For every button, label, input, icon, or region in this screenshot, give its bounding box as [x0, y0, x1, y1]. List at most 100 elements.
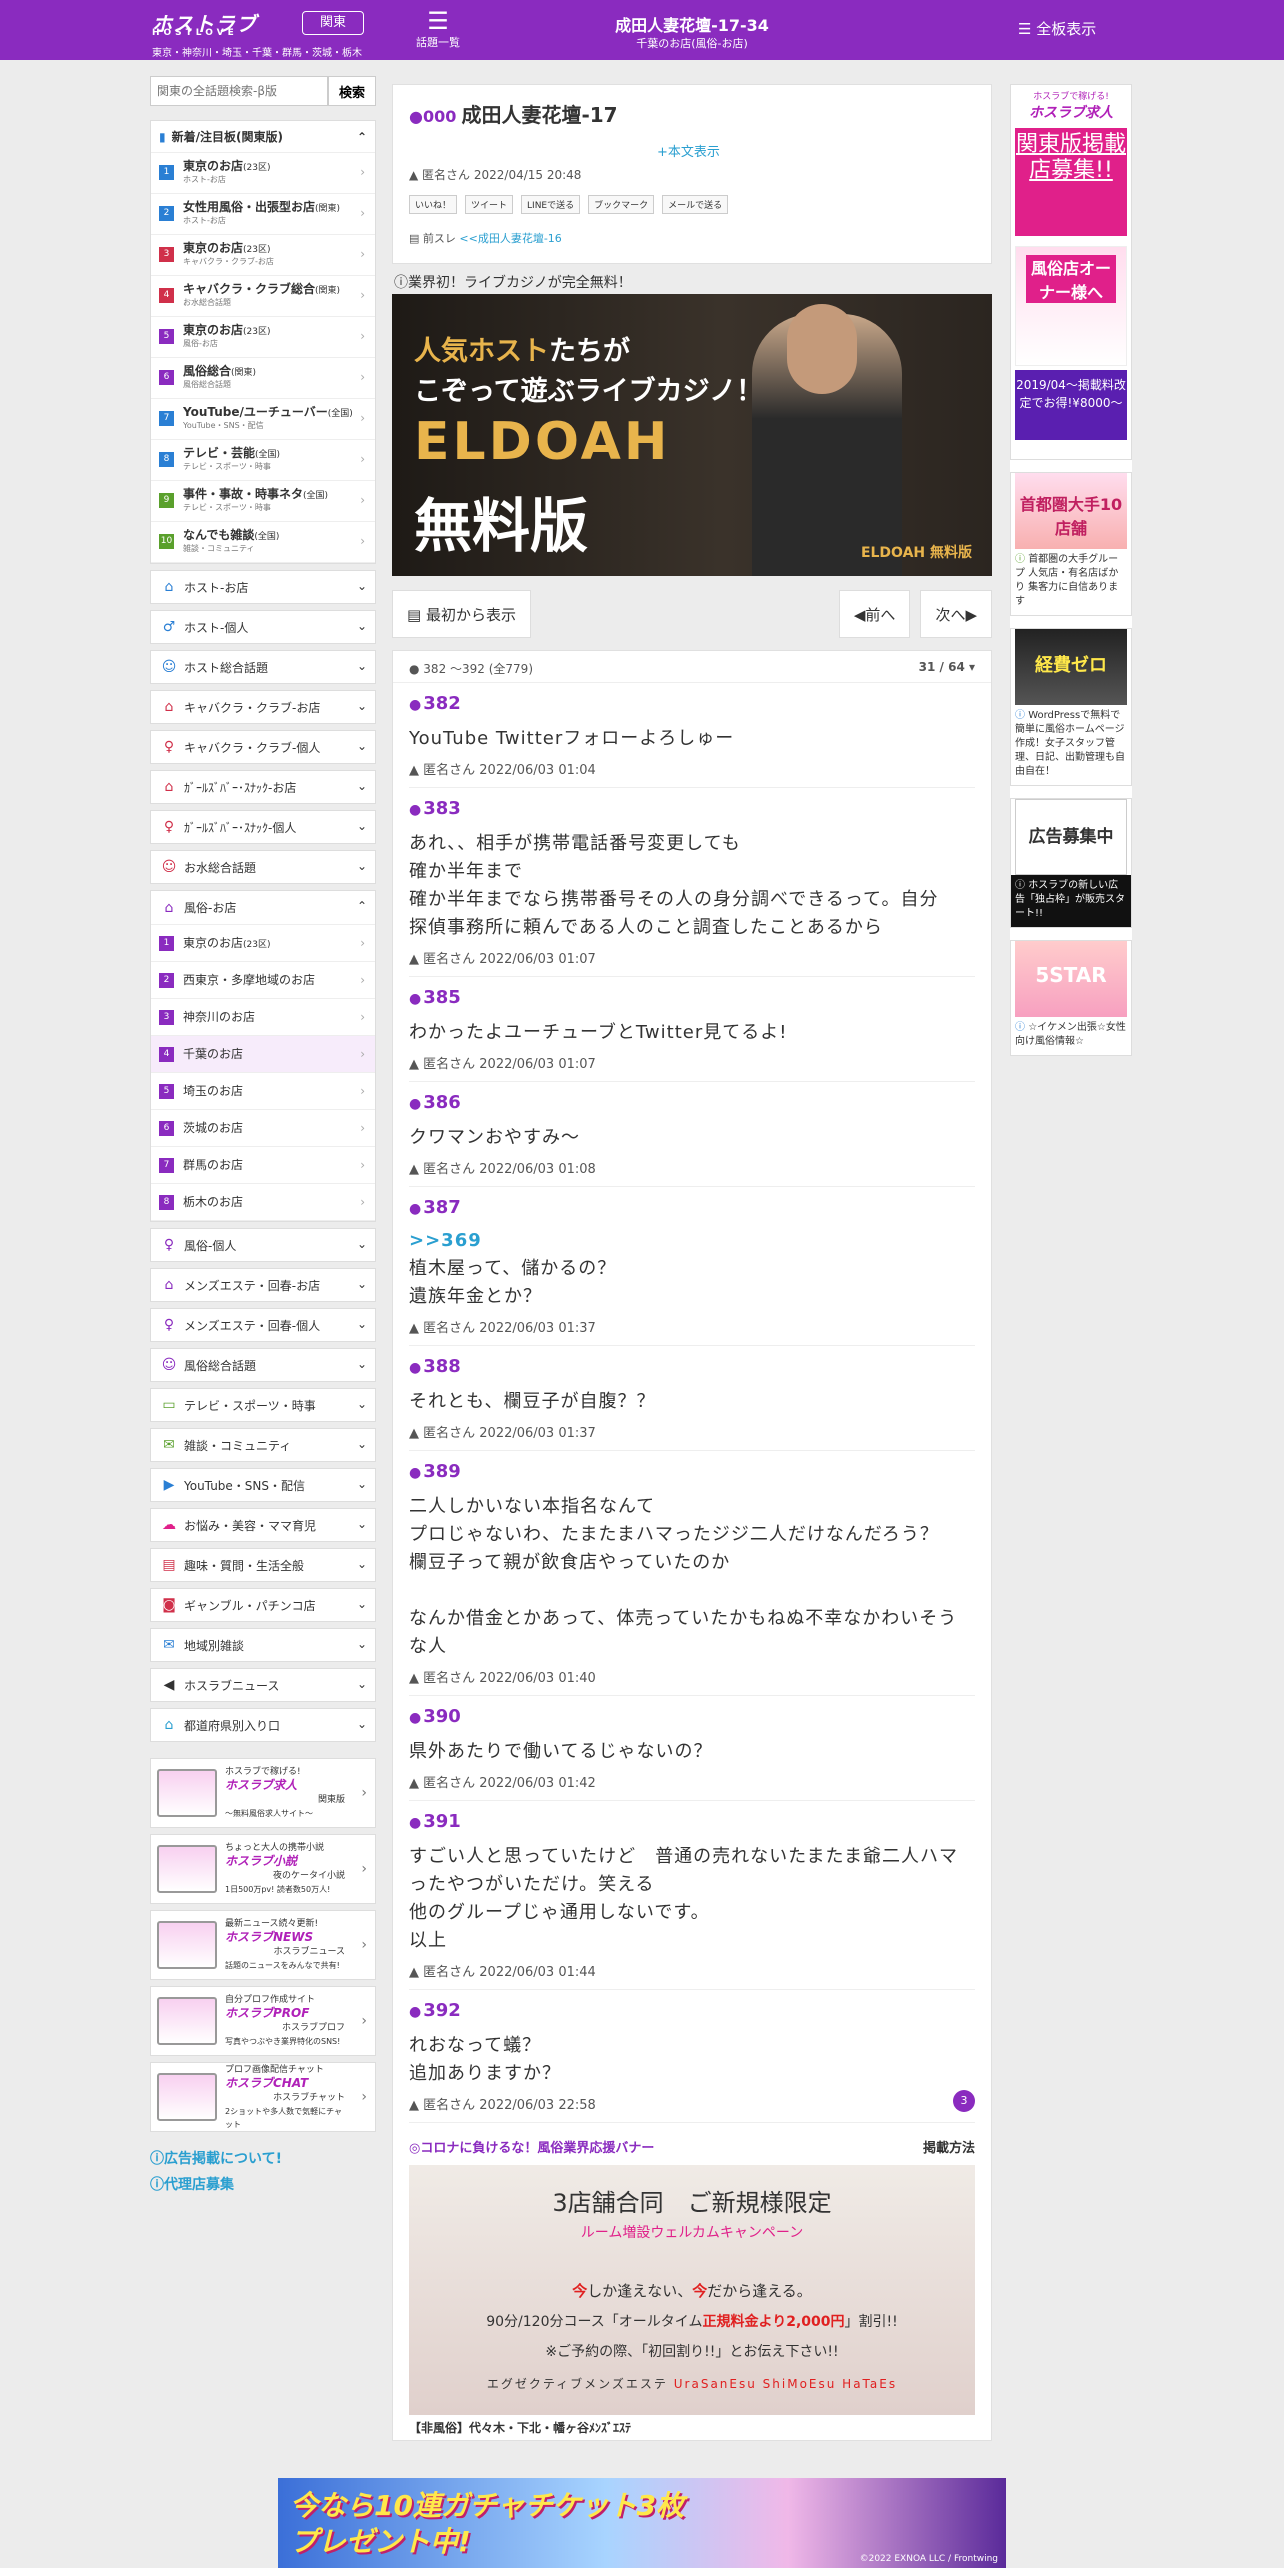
category-item[interactable]: ☺ ホスト総合話題 ⌄ — [150, 650, 376, 684]
category-item[interactable]: ⌂ メンズエステ・回春-お店 ⌄ — [150, 1268, 376, 1302]
fuzoku-sub-board[interactable]: 8 栃木のお店 › — [151, 1184, 375, 1221]
post-number[interactable]: 385 — [409, 987, 975, 1011]
category-fuzoku-shop[interactable]: ⌂ 風俗-お店 ⌃ — [151, 891, 375, 925]
area-select-button[interactable]: 関東 — [302, 11, 364, 35]
new-board-item[interactable]: 6 風俗総合(関東) 風俗総合話題 › — [151, 358, 375, 399]
category-item[interactable]: ⌂ ｶﾞｰﾙｽﾞﾊﾞｰ･ｽﾅｯｸ-お店 ⌄ — [150, 770, 376, 804]
new-board-item[interactable]: 8 テレビ・芸能(全国) テレビ・スポーツ・時事 › — [151, 440, 375, 481]
post-number[interactable]: 382 — [409, 693, 975, 717]
post-number[interactable]: 387 — [409, 1197, 975, 1221]
post-number[interactable]: 391 — [409, 1811, 975, 1835]
new-board-item[interactable]: 2 女性用風俗・出張型お店(関東) ホスト-お店 › — [151, 194, 375, 235]
post-number[interactable]: 383 — [409, 798, 975, 822]
fuzoku-sub-board[interactable]: 7 群馬のお店 › — [151, 1147, 375, 1184]
fuzoku-sub-board[interactable]: 3 神奈川のお店 › — [151, 999, 375, 1036]
chevron-right-icon: › — [360, 1084, 365, 1098]
new-board-item[interactable]: 10 なんでも雑談(全国) 雑談・コミュニティ › — [151, 522, 375, 563]
new-board-category: テレビ・スポーツ・時事 — [183, 503, 271, 512]
search-input[interactable] — [150, 76, 328, 106]
tweet-button[interactable]: ツイート — [465, 195, 514, 214]
chevron-down-icon: ⌄ — [356, 1477, 367, 1491]
info-icon: ⓘ — [394, 275, 408, 291]
category-item[interactable]: ☺ 風俗総合話題 ⌄ — [150, 1348, 376, 1382]
casino-ad-banner[interactable]: 人気ホストたちが こぞって遊ぶライブカジノ！ ELDOAH 無料版 ELDOAH … — [392, 294, 992, 576]
chevron-up-icon[interactable]: ⌃ — [357, 130, 367, 144]
recruit-ad[interactable]: ホスラブで稼げる! ホスラブ求人 関東版掲載店募集!! 風俗店オーナー様へ 20… — [1010, 84, 1132, 460]
fuzoku-sub-board[interactable]: 5 埼玉のお店 › — [151, 1073, 375, 1110]
sub-board-label: 神奈川のお店 — [183, 1010, 256, 1024]
reply-anchor-link[interactable]: >>369 — [409, 1230, 482, 1251]
service-promo[interactable]: 最新ニュース続々更新! ホスラブNEWS ホスラブニュース 話題のニュースをみん… — [150, 1910, 376, 1980]
fuzoku-sub-board[interactable]: 2 西東京・多摩地域のお店 › — [151, 962, 375, 999]
category-item[interactable]: ♀ キャバクラ・クラブ-個人 ⌄ — [150, 730, 376, 764]
new-board-item[interactable]: 4 キャバクラ・クラブ総合(関東) お水総合話題 › — [151, 276, 375, 317]
category-item[interactable]: ▶ YouTube・SNS・配信 ⌄ — [150, 1468, 376, 1502]
facebook-like-button[interactable]: いいね！ — [409, 195, 458, 214]
post-number[interactable]: 386 — [409, 1092, 975, 1116]
category-item[interactable]: ▤ 趣味・質問・生活全般 ⌄ — [150, 1548, 376, 1582]
category-item[interactable]: ♂ ホスト-個人 ⌄ — [150, 610, 376, 644]
listing-method-link[interactable]: 掲載方法 — [923, 2137, 975, 2156]
post-number[interactable]: 390 — [409, 1706, 975, 1730]
new-board-item[interactable]: 7 YouTube/ユーチューバー(全国) YouTube・SNS・配信 › — [151, 399, 375, 440]
category-item[interactable]: ☺ お水総合話題 ⌄ — [150, 850, 376, 884]
prev-page-button[interactable]: ◀前へ — [838, 590, 911, 638]
right-ad-4[interactable]: 5STAR ⓘ ☆イケメン出張☆女性向け風俗情報☆ — [1010, 940, 1132, 1056]
rank-badge: 6 — [159, 1121, 174, 1136]
ad-info-link[interactable]: ⓘ広告掲載について! — [150, 2146, 376, 2172]
right-ad-1[interactable]: 首都圏大手10店舗 ⓘ 首都圏の大手グループ 人気店・有名店ばかり 集客力に自信… — [1010, 472, 1132, 616]
previous-thread-link[interactable]: <<成田人妻花壇-16 — [459, 232, 561, 245]
bookmark-button[interactable]: ブックマーク — [588, 195, 655, 214]
right-ad-3[interactable]: 広告募集中 ⓘ ホスラブの新しい広告「独占枠」が販売スタート!! — [1010, 798, 1132, 928]
new-board-item[interactable]: 1 東京のお店(23区) ホスト-お店 › — [151, 153, 375, 194]
service-promo[interactable]: プロフ画像配信チャット ホスラブCHAT ホスラブチャット 2ショットや多人数で… — [150, 2062, 376, 2132]
category-item[interactable]: ✉ 地域別雑談 ⌄ — [150, 1628, 376, 1662]
fuzoku-sub-board[interactable]: 4 千葉のお店 › — [151, 1036, 375, 1073]
chevron-up-icon: ⌃ — [356, 899, 367, 913]
post-number[interactable]: 392 — [409, 2000, 975, 2024]
new-board-item[interactable]: 9 事件・事故・時事ネタ(全国) テレビ・スポーツ・時事 › — [151, 481, 375, 522]
service-promo[interactable]: ちょっと大人の携帯小説 ホスラブ小説 夜のケータイ小説 1日500万pv! 読者… — [150, 1834, 376, 1904]
page-select[interactable]: 31 / 64 ▾ — [919, 660, 975, 674]
service-promo[interactable]: ホスラブで稼げる! ホスラブ求人 関東版 〜無料風俗求人サイト〜 › — [150, 1758, 376, 1828]
thread-header: ●000 成田人妻花壇-17 +本文表示 ▲ 匿名さん 2022/04/15 2… — [392, 84, 992, 264]
mens-esthe-banner[interactable]: 3店舗合同 ご新規様限定 ルーム増設ウェルカムキャンペーン 今しか逢えない、今だ… — [409, 2165, 975, 2415]
category-item[interactable]: ♀ メンズエステ・回春-個人 ⌄ — [150, 1308, 376, 1342]
new-board-item[interactable]: 3 東京のお店(23区) キャバクラ・クラブ-お店 › — [151, 235, 375, 276]
next-page-button[interactable]: 次へ▶ — [920, 590, 992, 638]
agent-recruit-link[interactable]: ⓘ代理店募集 — [150, 2172, 376, 2198]
mail-share-button[interactable]: メールで送る — [662, 195, 729, 214]
service-promo[interactable]: 自分プロフ作成サイト ホスラブPROF ホスラブプロフ 写真やつぶやき業界特化の… — [150, 1986, 376, 2056]
sub-board-label: 群馬のお店 — [183, 1158, 244, 1172]
search-button[interactable]: 検索 — [328, 76, 376, 106]
recruit-ad-headline: 関東版掲載店募集!! — [1015, 128, 1127, 236]
category-item[interactable]: ✉ 雑談・コミュニティ ⌄ — [150, 1428, 376, 1462]
post-number[interactable]: 389 — [409, 1461, 975, 1485]
category-item[interactable]: ◙ ギャンブル・パチンコ店 ⌄ — [150, 1588, 376, 1622]
show-body-link[interactable]: +本文表示 — [657, 141, 720, 160]
category-item[interactable]: ◀ ホスラブニュース ⌄ — [150, 1668, 376, 1702]
category-label: ｶﾞｰﾙｽﾞﾊﾞｰ･ｽﾅｯｸ-お店 — [184, 780, 297, 795]
category-item[interactable]: ▭ テレビ・スポーツ・時事 ⌄ — [150, 1388, 376, 1422]
new-board-item[interactable]: 5 東京のお店(23区) 風俗-お店 › — [151, 317, 375, 358]
category-item[interactable]: ⌂ キャバクラ・クラブ-お店 ⌄ — [150, 690, 376, 724]
category-item[interactable]: ♀ ｶﾞｰﾙｽﾞﾊﾞｰ･ｽﾅｯｸ-個人 ⌄ — [150, 810, 376, 844]
category-item[interactable]: ⌂ ホスト-お店 ⌄ — [150, 570, 376, 604]
all-boards-label: 全板表示 — [1036, 20, 1097, 38]
category-item[interactable]: ☁ お悩み・美容・ママ育児 ⌄ — [150, 1508, 376, 1542]
post-number[interactable]: 388 — [409, 1356, 975, 1380]
bottom-game-ad[interactable]: 今なら10連ガチャチケット3枚 プレゼント中! ©2022 EXNOA LLC /… — [278, 2478, 1006, 2568]
chevron-right-icon: › — [360, 936, 365, 950]
chevron-right-icon: › — [360, 165, 365, 179]
right-ad-2[interactable]: 経費ゼロ ⓘ WordPressで無料で簡単に風俗ホームページ作成！女子スタッフ… — [1010, 628, 1132, 786]
line-share-button[interactable]: LINEで送る — [521, 195, 581, 214]
category-item[interactable]: ♀ 風俗-個人 ⌄ — [150, 1228, 376, 1262]
fuzoku-sub-board[interactable]: 6 茨城のお店 › — [151, 1110, 375, 1147]
fuzoku-sub-board[interactable]: 1 東京のお店(23区) › — [151, 925, 375, 962]
show-from-start-button[interactable]: ▤ 最初から表示 — [392, 590, 531, 638]
sub-board-label: 千葉のお店 — [183, 1047, 244, 1061]
category-item[interactable]: ⌂ 都道府県別入り口 ⌄ — [150, 1708, 376, 1742]
reply-count-badge[interactable]: 3 — [953, 2090, 975, 2112]
topics-list-button[interactable]: ☰ 話題一覧 — [408, 8, 468, 50]
all-boards-button[interactable]: ☰ 全板表示 — [1018, 18, 1096, 39]
